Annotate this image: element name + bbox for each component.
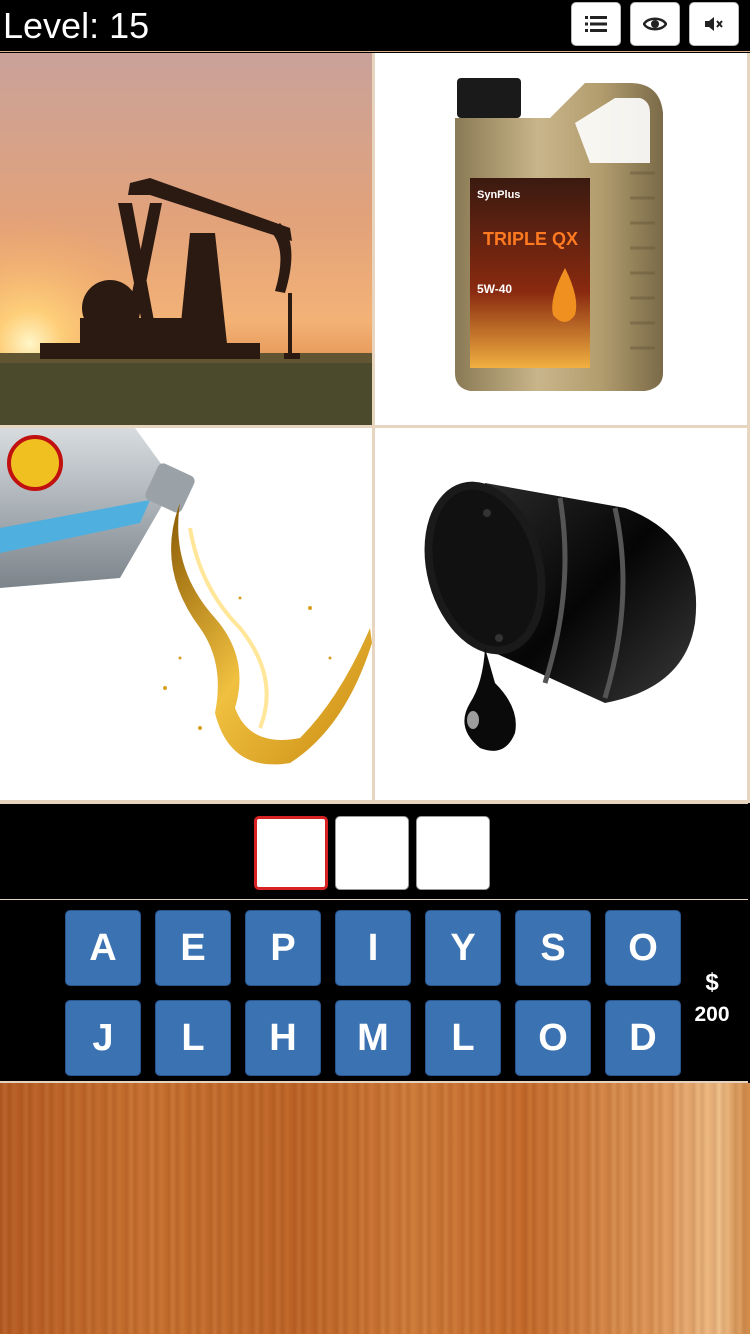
coin-amount: 200 [694, 1003, 730, 1026]
letter-key[interactable]: S [515, 910, 591, 986]
answer-slot-2[interactable] [335, 816, 409, 890]
eye-icon [643, 17, 667, 31]
level-list-button[interactable] [571, 2, 621, 46]
picture-oil-barrel [375, 428, 747, 800]
answer-slot-3[interactable] [416, 816, 490, 890]
letter-key[interactable]: J [65, 1000, 141, 1076]
picture-oil-bottle: SynPlus TRIPLE QX 5W-40 [375, 53, 747, 425]
top-bar: Level: 15 [0, 0, 750, 52]
letter-key[interactable]: O [515, 1000, 591, 1076]
letter-key[interactable]: P [245, 910, 321, 986]
bottle-grade-text: 5W-40 [477, 282, 512, 296]
oil-barrel-drip-image [375, 428, 747, 800]
answer-slot-1[interactable] [254, 816, 328, 890]
motor-oil-bottle-image: SynPlus TRIPLE QX 5W-40 [375, 53, 747, 425]
coin-balance: $ 200 [690, 966, 734, 1030]
letter-key[interactable]: A [65, 910, 141, 986]
letter-key[interactable]: M [335, 1000, 411, 1076]
picture-pumpjack [0, 53, 372, 425]
bottle-product-text: TRIPLE QX [483, 229, 578, 249]
picture-oil-pouring [0, 428, 372, 800]
oil-pouring-image [0, 428, 372, 800]
letter-key[interactable]: L [425, 1000, 501, 1076]
letter-key[interactable]: H [245, 1000, 321, 1076]
letter-key[interactable]: D [605, 1000, 681, 1076]
letter-key[interactable]: L [155, 1000, 231, 1076]
letter-keyboard: A E P I Y S O J L H M L O D [0, 901, 748, 1083]
mute-icon [705, 17, 723, 31]
letter-key[interactable]: Y [425, 910, 501, 986]
bottle-brand-text: SynPlus [477, 189, 520, 201]
hint-reveal-button[interactable] [630, 2, 680, 46]
list-icon [585, 16, 607, 32]
letter-key[interactable]: O [605, 910, 681, 986]
letter-key[interactable]: E [155, 910, 231, 986]
oil-pumpjack-sunset-image [0, 53, 372, 425]
picture-grid: SynPlus TRIPLE QX 5W-40 [0, 53, 750, 803]
answer-row [0, 803, 748, 900]
sound-toggle-button[interactable] [689, 2, 739, 46]
letter-key[interactable]: I [335, 910, 411, 986]
currency-symbol: $ [705, 969, 719, 996]
wood-background [0, 1083, 750, 1334]
level-label: Level: 15 [3, 5, 150, 46]
